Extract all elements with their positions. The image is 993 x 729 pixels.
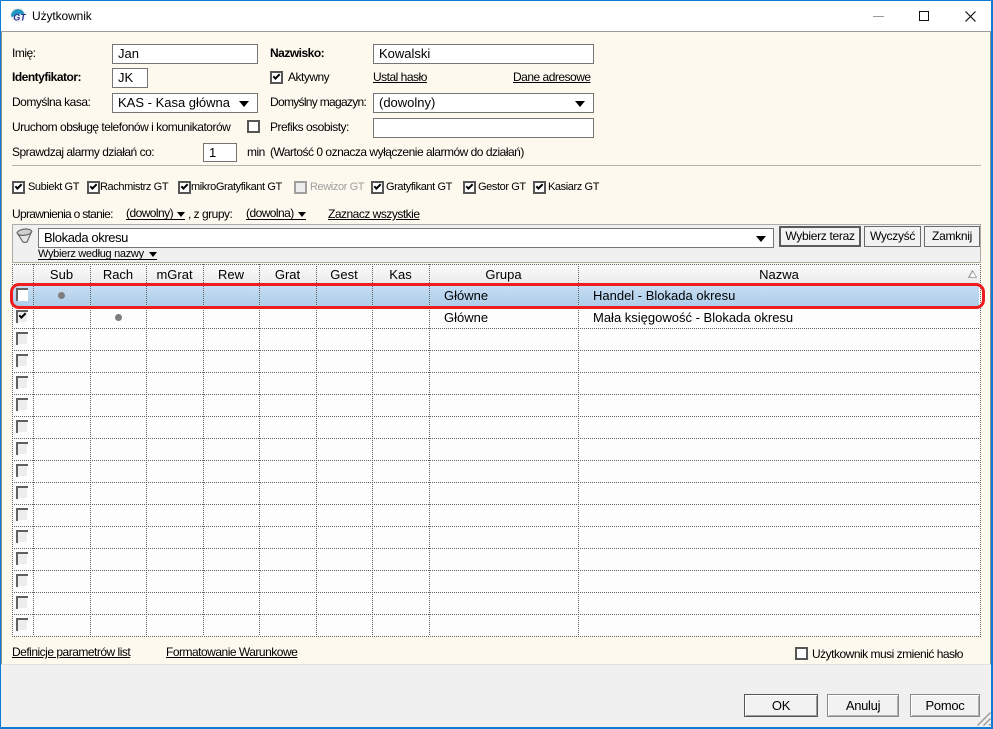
svg-text:GT: GT [13, 13, 26, 23]
